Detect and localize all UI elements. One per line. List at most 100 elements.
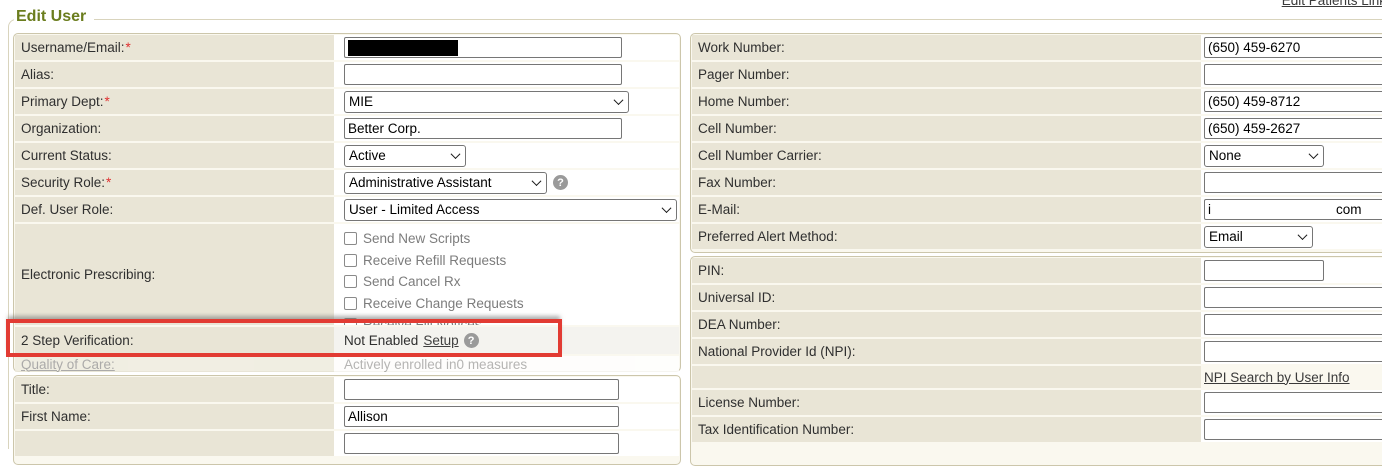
dea-number-label: DEA Number: (698, 317, 781, 332)
chevron-down-icon (532, 176, 542, 186)
checkbox-option: Receive Fill Notices (344, 314, 679, 325)
checkbox-receive-fill-notices[interactable] (344, 318, 357, 325)
checkbox-option: Send Cancel Rx (344, 271, 679, 293)
npi-search-link[interactable]: NPI Search by User Info (1204, 370, 1350, 385)
quality-of-care-row: Quality of Care: Actively enrolled in0 m… (15, 356, 679, 372)
alias-row: Alias: (15, 62, 679, 87)
help-icon[interactable]: ? (464, 333, 479, 348)
fax-number-input[interactable] (1204, 172, 1382, 193)
first-name-input[interactable] (344, 406, 619, 427)
npi-input[interactable] (1204, 341, 1382, 362)
cell-number-input[interactable] (1204, 118, 1382, 139)
fax-number-row: Fax Number: (692, 170, 1382, 195)
alias-input[interactable] (344, 64, 622, 85)
first-name-row: First Name: (15, 404, 679, 429)
email-input[interactable]: i com (1204, 199, 1382, 220)
username-row: Username/Email:* (15, 35, 679, 60)
dea-number-row: DEA Number: (692, 312, 1382, 337)
universal-id-row: Universal ID: (692, 285, 1382, 310)
alert-method-select[interactable]: Email (1204, 226, 1313, 248)
quality-of-care-label[interactable]: Quality of Care: (21, 357, 115, 372)
primary-dept-label: Primary Dept: (21, 94, 104, 109)
chevron-down-icon (1309, 149, 1319, 159)
home-number-row: Home Number: (692, 89, 1382, 114)
work-number-input[interactable] (1204, 37, 1382, 58)
two-step-status: Not Enabled (344, 333, 418, 348)
title-label: Title: (21, 382, 50, 397)
primary-dept-row: Primary Dept:* MIE (15, 89, 679, 114)
required-asterisk: * (105, 94, 110, 109)
email-visible-fragment: com (1336, 202, 1362, 217)
license-number-row: License Number: (692, 390, 1382, 415)
edit-patients-link[interactable]: Edit Patients Link (1282, 0, 1382, 8)
fax-number-label: Fax Number: (698, 175, 776, 190)
pager-number-row: Pager Number: (692, 62, 1382, 87)
checkbox-receive-refill-requests[interactable] (344, 254, 357, 267)
license-number-label: License Number: (698, 395, 800, 410)
def-user-role-select[interactable]: User - Limited Access (344, 199, 677, 221)
chevron-down-icon (662, 203, 672, 213)
help-icon[interactable]: ? (553, 175, 568, 190)
identifier-fields-table: PIN: Universal ID: DEA Number: National … (690, 256, 1382, 466)
primary-dept-select[interactable]: MIE (344, 91, 629, 113)
cell-number-row: Cell Number: (692, 116, 1382, 141)
pin-input[interactable] (1204, 260, 1324, 281)
pager-number-input[interactable] (1204, 64, 1382, 85)
checkbox-option: Receive Change Requests (344, 293, 679, 315)
work-number-label: Work Number: (698, 40, 785, 55)
chevron-down-icon (451, 149, 461, 159)
security-role-row: Security Role:* Administrative Assistant… (15, 170, 679, 195)
email-label: E-Mail: (698, 202, 740, 217)
title-input[interactable] (344, 379, 619, 400)
home-number-input[interactable] (1204, 91, 1382, 112)
user-core-fields-table: Username/Email:* Alias: Primary Dept:* M… (13, 33, 681, 372)
clipped-row (15, 431, 679, 456)
current-status-select[interactable]: Active (344, 145, 466, 167)
title-row: Title: (15, 377, 679, 402)
organization-input[interactable] (344, 118, 622, 139)
tax-id-label: Tax Identification Number: (698, 422, 854, 437)
edit-user-page: Edit User Edit Patients Link Username/Em… (0, 0, 1382, 433)
universal-id-label: Universal ID: (698, 290, 775, 305)
clipped-input[interactable] (344, 433, 619, 454)
license-number-input[interactable] (1204, 392, 1382, 413)
username-label: Username/Email: (21, 40, 125, 55)
security-role-select[interactable]: Administrative Assistant (344, 172, 547, 194)
alert-method-label: Preferred Alert Method: (698, 229, 838, 244)
required-asterisk: * (126, 40, 131, 55)
dea-number-input[interactable] (1204, 314, 1382, 335)
universal-id-input[interactable] (1204, 287, 1382, 308)
work-number-row: Work Number: (692, 35, 1382, 60)
two-step-setup-link[interactable]: Setup (423, 333, 458, 348)
def-user-role-label: Def. User Role: (21, 202, 113, 217)
cell-number-label: Cell Number: (698, 121, 777, 136)
current-status-row: Current Status: Active (15, 143, 679, 168)
chevron-down-icon (1298, 230, 1308, 240)
pin-label: PIN: (698, 263, 724, 278)
first-name-label: First Name: (21, 409, 91, 424)
email-redacted-left-fragment: i (1208, 202, 1212, 217)
checkbox-send-cancel-rx[interactable] (344, 275, 357, 288)
checkbox-send-new-scripts[interactable] (344, 232, 357, 245)
cell-carrier-row: Cell Number Carrier: None (692, 143, 1382, 168)
electronic-prescribing-label: Electronic Prescribing: (21, 267, 155, 282)
home-number-label: Home Number: (698, 94, 790, 109)
tax-id-row: Tax Identification Number: (692, 417, 1382, 442)
checkbox-receive-change-requests[interactable] (344, 297, 357, 310)
page-title: Edit User (14, 8, 94, 26)
electronic-prescribing-row: Electronic Prescribing: Send New Scripts… (15, 224, 679, 325)
organization-row: Organization: (15, 116, 679, 141)
required-asterisk: * (106, 175, 111, 190)
cell-carrier-select[interactable]: None (1204, 145, 1324, 167)
checkbox-option: Send New Scripts (344, 228, 679, 250)
contact-fields-table: Work Number: Pager Number: Home Number: … (690, 33, 1382, 253)
email-row: E-Mail: i com (692, 197, 1382, 222)
npi-label: National Provider Id (NPI): (698, 344, 856, 359)
npi-row: National Provider Id (NPI): (692, 339, 1382, 364)
cell-carrier-label: Cell Number Carrier: (698, 148, 822, 163)
two-step-label: 2 Step Verification: (21, 333, 134, 348)
redaction-box (348, 40, 458, 56)
tax-id-input[interactable] (1204, 419, 1382, 440)
alias-label: Alias: (21, 67, 54, 82)
chevron-down-icon (614, 95, 624, 105)
